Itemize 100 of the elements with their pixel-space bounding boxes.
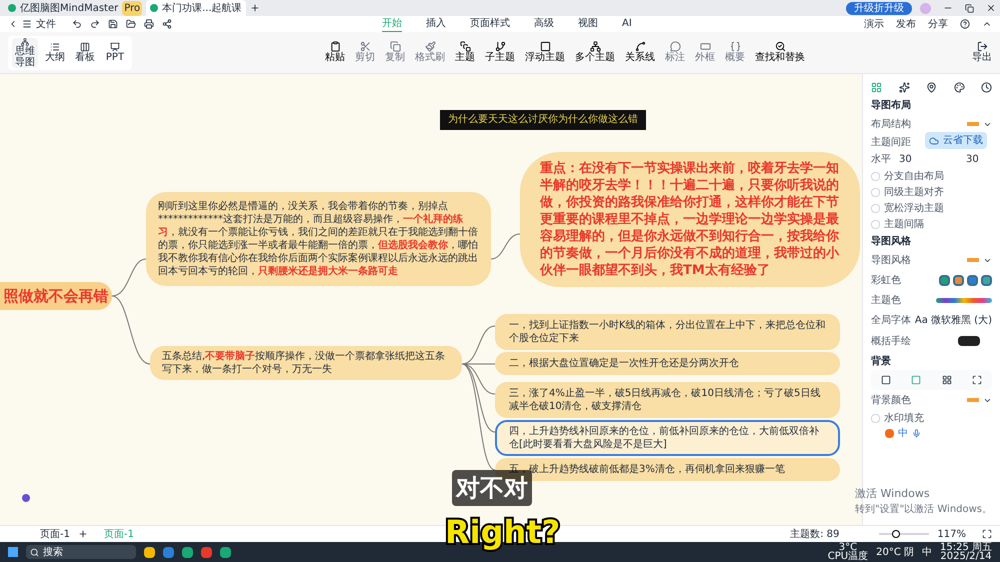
view-mode-button[interactable]: 大纲 xyxy=(42,38,68,68)
color-picker[interactable] xyxy=(958,336,980,346)
ribbon-tab[interactable]: 插入 xyxy=(426,16,446,32)
ribbon-icon xyxy=(634,41,646,52)
taskbar-search[interactable]: 搜索 xyxy=(26,545,136,559)
zoom-thumb[interactable] xyxy=(892,530,900,538)
pin-tab-icon[interactable] xyxy=(926,82,937,92)
ribbon-icon xyxy=(494,41,506,52)
ribbon-icon xyxy=(700,41,710,52)
file-menu[interactable]: 文件 xyxy=(36,16,56,32)
section-title: 背景 xyxy=(871,354,892,369)
upgrade-button[interactable]: 升级折升级 xyxy=(846,2,912,14)
taskbar-app-icon[interactable] xyxy=(144,546,155,558)
document-tab[interactable]: 本门功课...起航课 xyxy=(146,0,246,16)
ribbon-button[interactable]: 多个主题 xyxy=(572,38,618,68)
view-mode-icon xyxy=(110,42,120,52)
property-label: 彩虹色 xyxy=(871,274,901,288)
no-fill-icon[interactable] xyxy=(881,375,892,385)
ribbon-tab[interactable]: AI xyxy=(622,16,632,32)
folder-icon[interactable] xyxy=(126,19,136,29)
add-page-icon[interactable] xyxy=(78,529,88,539)
start-icon[interactable] xyxy=(8,547,18,557)
cpu-label: CPU温度 xyxy=(828,552,868,561)
help-icon[interactable] xyxy=(960,19,970,29)
menu-icon[interactable] xyxy=(22,19,32,29)
pattern-icon[interactable] xyxy=(942,375,952,385)
view-mode-button[interactable]: 看板 xyxy=(72,38,98,68)
section-title: 导图风格 xyxy=(871,234,912,249)
ribbon-icon xyxy=(590,41,600,52)
share-icon[interactable] xyxy=(162,19,172,29)
style-preview-icon xyxy=(967,122,979,126)
checkbox[interactable] xyxy=(871,414,880,422)
ribbon-icon xyxy=(730,41,740,52)
checkbox[interactable] xyxy=(871,220,880,228)
taskbar-app-icon[interactable] xyxy=(163,546,174,558)
ribbon-button[interactable]: 关系线 xyxy=(622,38,658,68)
ribbon-button[interactable]: 查找和替换 xyxy=(752,38,808,68)
pro-badge: Pro xyxy=(122,0,142,16)
view-mode-icon xyxy=(80,42,90,52)
intro-topic: 刚听到这里你必然是懵逼的，没关系，我会带着你的节奏，别掉点*************这套打法是万能的，而且超级容易操作，一个礼拜的练习，就没有一个票能让你亏钱，我们之间的差距就只在于我能选到翻十倍的票，你只能选到涨一半或者最牛能翻一倍的票，但选股我会教你，哪怕我不教你我有信心你在我给你后面两个实际案例课程以后永远永远的跳出回本亏回本亏的轮回，只剩腰米还是拥大米一条路可走 xyxy=(146,192,491,286)
weather[interactable]: 20°C 阴 xyxy=(876,544,914,560)
taskbar-app-icon[interactable] xyxy=(201,546,212,558)
solid-fill-icon[interactable] xyxy=(911,375,922,385)
step-topic[interactable]: 四，上升趋势线补回原来的仓位，前低补回原来的仓位，大前低双倍补仓[此时要看看大盘风险是不是巨大] xyxy=(495,420,840,456)
section-title: 导图布局 xyxy=(871,98,912,113)
property-label: 主题色 xyxy=(871,294,901,308)
ribbon-button[interactable]: 主题 xyxy=(452,38,478,68)
redo-icon[interactable] xyxy=(90,19,100,29)
theme-color-bar[interactable] xyxy=(936,298,992,302)
ribbon-button[interactable]: 浮动主题 xyxy=(522,38,568,68)
layout-tab-icon[interactable] xyxy=(871,82,882,92)
checkbox[interactable] xyxy=(871,204,880,212)
background-options-icons[interactable] xyxy=(871,370,992,390)
view-mode-button[interactable]: PPT xyxy=(102,38,128,68)
step-topic[interactable]: 一，找到上证指数一小时K线的箱体，分出位置在上中下，来把总仓位和个股仓位定下来 xyxy=(495,314,840,350)
restore-icon[interactable] xyxy=(965,4,974,12)
new-tab-icon[interactable] xyxy=(250,3,260,13)
clock-time[interactable]: 15:25 周五 xyxy=(940,543,992,552)
toolbar-action[interactable]: 发布 xyxy=(896,16,916,32)
clock-date[interactable]: 2025/2/14 xyxy=(940,552,992,561)
ribbon-button[interactable]: 子主题 xyxy=(482,38,518,68)
printer-icon[interactable] xyxy=(144,19,154,29)
logo-icon xyxy=(22,494,30,502)
taskbar-app-icon[interactable] xyxy=(220,546,231,558)
close-icon[interactable] xyxy=(986,3,996,13)
export-icon xyxy=(976,41,988,52)
rainbow-swatch-icons[interactable] xyxy=(939,274,992,286)
ribbon-tab[interactable]: 页面样式 xyxy=(470,16,510,32)
topic-count: 主题数: 89 xyxy=(790,528,840,542)
fullscreen-icon[interactable] xyxy=(982,529,992,539)
ime-indicator[interactable]: 中 xyxy=(922,544,932,560)
ime-logo-icon xyxy=(885,429,894,438)
export-button[interactable]: 导出 xyxy=(972,41,992,64)
save-icon[interactable] xyxy=(108,19,118,29)
checkbox[interactable] xyxy=(871,188,880,196)
title-topic[interactable]: 为什么要天天这么讨厌你为什么你做这么错 xyxy=(440,110,646,130)
property-label: 导图风格 xyxy=(871,254,911,268)
property-label: 分支自由布局 xyxy=(884,170,944,184)
sparkle-tab-icon[interactable] xyxy=(898,82,910,92)
ribbon-icon xyxy=(330,41,340,52)
document-tab[interactable]: 亿图脑图MindMaster Pro xyxy=(4,0,146,16)
toolbar-action[interactable]: 演示 xyxy=(864,16,884,32)
checkbox[interactable] xyxy=(871,172,880,180)
ribbon-tab[interactable]: 视图 xyxy=(578,16,598,32)
toolbar-action[interactable]: 分享 xyxy=(928,16,948,32)
font-dropdown[interactable]: Aa 微软雅黑 (大) xyxy=(914,312,992,328)
clock-tab-icon[interactable] xyxy=(981,82,992,92)
ribbon-button[interactable]: 粘贴 xyxy=(322,38,348,68)
view-mode-button[interactable]: 思维导图 xyxy=(12,38,38,68)
theme-tab-icon[interactable] xyxy=(954,82,964,92)
undo-icon[interactable] xyxy=(72,19,82,29)
ribbon-icon xyxy=(390,41,400,52)
step-topic[interactable]: 二，根据大盘位置确定是一次性开仓还是分两次开仓 xyxy=(495,352,840,375)
step-topic[interactable]: 三，涨了4%止盈一半，破5日线再减仓，破10日线清仓；亏了破5日线减半仓破10清仓，破支撑清仓 xyxy=(495,382,840,418)
ribbon-icon xyxy=(540,41,550,52)
ribbon-tab[interactable]: 高级 xyxy=(534,16,554,32)
zoom-level: 117% xyxy=(937,528,966,542)
page-dropdown[interactable]: 页面-1 xyxy=(40,526,70,542)
cloud-download-popup[interactable]: 云省下载 xyxy=(925,132,987,149)
taskbar-app-icon[interactable] xyxy=(182,546,193,558)
